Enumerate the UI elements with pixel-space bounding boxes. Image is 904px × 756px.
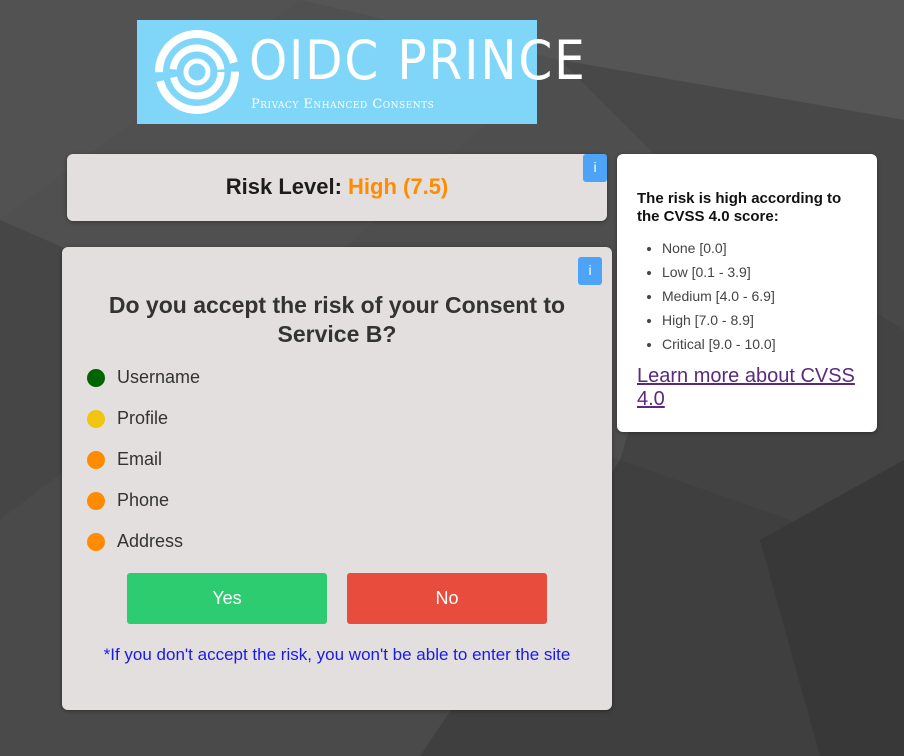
attribute-item-phone: Phone [87, 488, 200, 529]
no-button[interactable]: No [347, 573, 547, 624]
cvss-level-item: None [0.0] [662, 238, 776, 262]
attribute-item-address: Address [87, 529, 200, 570]
attribute-label: Address [117, 531, 184, 551]
yes-button[interactable]: Yes [127, 573, 327, 624]
risk-level-value: High (7.5) [348, 174, 449, 199]
attribute-item-email: Email [87, 447, 200, 488]
cvss-level-item: Low [0.1 - 3.9] [662, 262, 776, 286]
learn-more-cvss-link[interactable]: Learn more about CVSS 4.0 [637, 365, 867, 411]
cvss-level-item: High [7.0 - 8.9] [662, 310, 776, 334]
cvss-level-item: Critical [9.0 - 10.0] [662, 334, 776, 358]
cvss-info-panel: The risk is high according to the CVSS 4… [617, 154, 877, 432]
logo-subtitle: Privacy Enhanced Consents [251, 97, 435, 112]
logo-rings-icon [155, 30, 239, 114]
cvss-level-list: None [0.0] Low [0.1 - 3.9] Medium [4.0 -… [662, 238, 776, 358]
risk-info-button[interactable]: i [583, 154, 607, 182]
risk-dot-icon [87, 369, 105, 387]
risk-dot-icon [87, 410, 105, 428]
attribute-label: Profile [117, 408, 169, 428]
consent-card: i Do you accept the risk of your Consent… [62, 247, 612, 710]
attribute-label: Username [117, 367, 201, 387]
consent-note: *If you don't accept the risk, you won't… [103, 645, 571, 664]
consent-question: Do you accept the risk of your Consent t… [108, 292, 566, 347]
oidc-prince-logo: OIDC PRINCE Privacy Enhanced Consents [137, 20, 585, 124]
risk-dot-icon [87, 451, 105, 469]
risk-dot-icon [87, 492, 105, 510]
cvss-level-item: Medium [4.0 - 6.9] [662, 286, 776, 310]
risk-dot-icon [87, 533, 105, 551]
consent-info-button[interactable]: i [578, 257, 602, 285]
risk-level-text: Risk Level: High (7.5) [67, 174, 607, 200]
attribute-label: Phone [117, 490, 170, 510]
attribute-label: Email [117, 449, 163, 469]
attribute-list: Username Profile Email Phone Address [87, 365, 200, 570]
risk-level-label: Risk Level: [225, 174, 342, 199]
logo-title: OIDC PRINCE [249, 29, 587, 92]
cvss-info-title: The risk is high according to the CVSS 4… [637, 190, 842, 225]
attribute-item-username: Username [87, 365, 200, 406]
risk-level-card: Risk Level: High (7.5) i [67, 154, 607, 221]
attribute-item-profile: Profile [87, 406, 200, 447]
